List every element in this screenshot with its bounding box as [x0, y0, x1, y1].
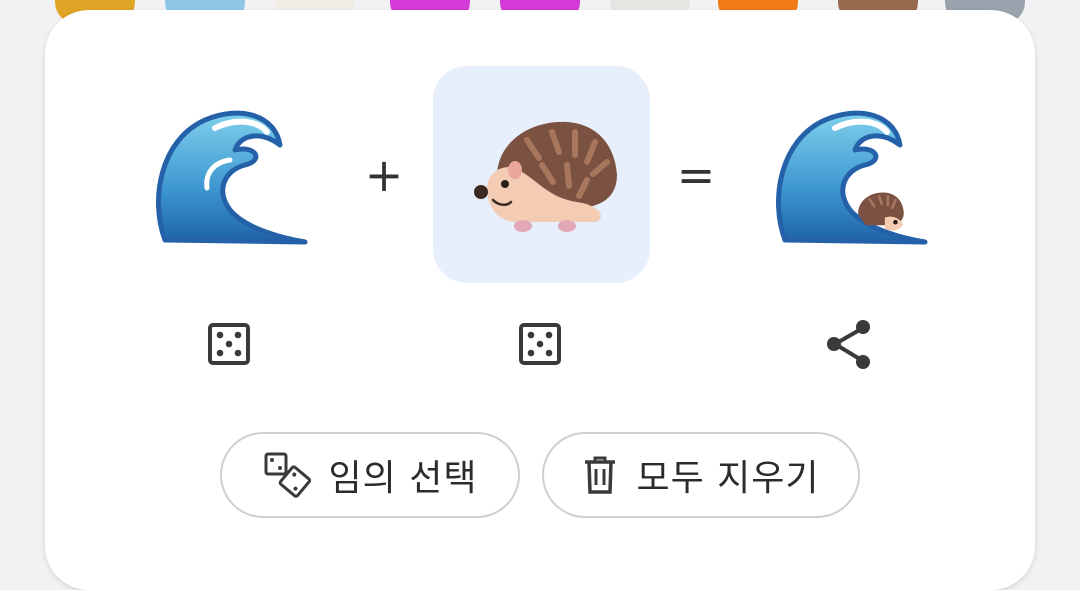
left-emoji-slot[interactable] — [140, 95, 320, 255]
wave-hedgehog-mix-icon — [776, 110, 928, 245]
clear-all-label: 모두 지우기 — [636, 458, 820, 499]
share-icon — [827, 320, 870, 369]
result-emoji-slot[interactable] — [760, 95, 940, 255]
left-random-button[interactable] — [201, 316, 257, 372]
equals-operator: = — [676, 148, 716, 202]
share-button[interactable] — [820, 316, 876, 372]
right-random-button[interactable] — [512, 316, 568, 372]
clear-all-button[interactable]: 모두 지우기 — [542, 432, 860, 518]
trash-icon — [585, 456, 616, 494]
dice-icon — [208, 323, 250, 365]
dice-icon — [519, 323, 561, 365]
randomize-button[interactable]: 임의 선택 — [220, 432, 520, 518]
water-wave-icon — [156, 110, 308, 245]
randomize-label: 임의 선택 — [328, 458, 478, 499]
plus-operator: + — [364, 148, 404, 202]
right-emoji-slot[interactable] — [433, 66, 650, 283]
hedgehog-icon — [473, 121, 617, 232]
dice-pair-icon — [264, 452, 311, 498]
